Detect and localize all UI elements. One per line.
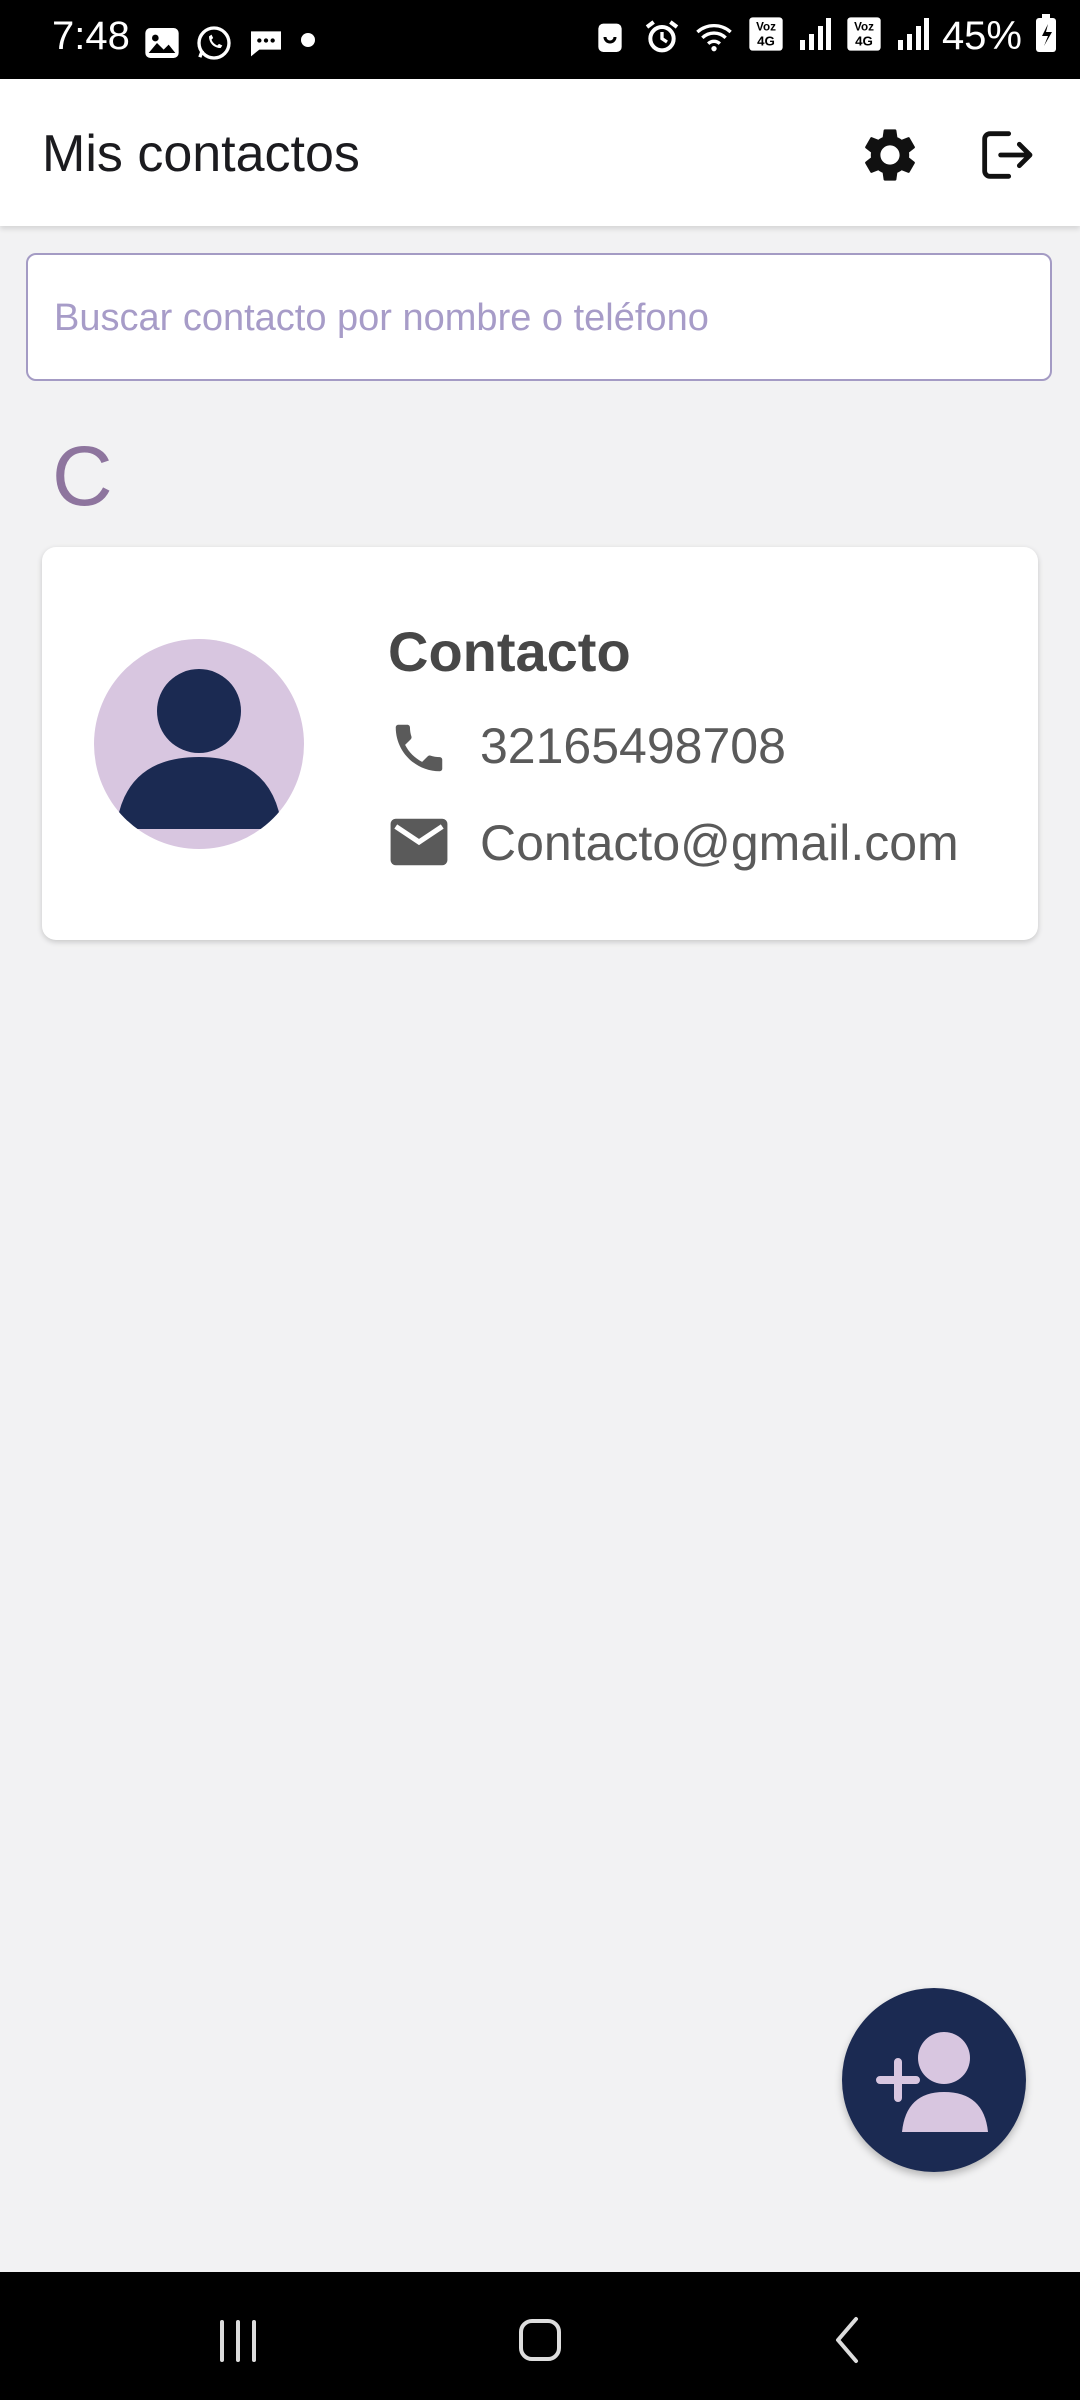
page-title: Mis contactos bbox=[42, 125, 360, 183]
svg-text:Voz: Voz bbox=[854, 21, 874, 34]
messages-icon bbox=[246, 23, 286, 63]
gallery-icon bbox=[142, 23, 182, 63]
phone-icon bbox=[395, 724, 443, 772]
wifi-icon bbox=[694, 17, 734, 57]
dot-icon bbox=[298, 20, 318, 65]
add-person-icon bbox=[876, 2032, 988, 2132]
contact-email: Contacto@gmail.com bbox=[480, 815, 959, 871]
contact-name: Contacto bbox=[388, 620, 631, 683]
battery-icon bbox=[1034, 14, 1058, 59]
section-header-letter: C bbox=[52, 429, 113, 523]
status-bar: 7:48 Voz 4G Voz 4G 45% bbox=[0, 0, 1080, 79]
gear-icon bbox=[865, 129, 915, 181]
add-contact-button[interactable] bbox=[842, 1988, 1026, 2172]
back-icon bbox=[836, 2317, 858, 2363]
svg-text:4G: 4G bbox=[757, 34, 775, 49]
signal-2-icon bbox=[896, 14, 930, 59]
battery-saver-icon bbox=[590, 17, 630, 57]
system-nav-bar bbox=[0, 2272, 1080, 2400]
recents-icon bbox=[220, 2320, 256, 2362]
settings-button[interactable] bbox=[858, 123, 922, 187]
search-field[interactable] bbox=[26, 253, 1052, 381]
home-button[interactable] bbox=[500, 2302, 580, 2372]
signal-1-icon bbox=[798, 14, 832, 59]
svg-text:4G: 4G bbox=[855, 34, 873, 49]
contact-card[interactable]: Contacto 32165498708 Contacto@gmail.com bbox=[42, 547, 1038, 940]
volte-4g-2-icon: Voz 4G bbox=[844, 14, 884, 59]
recents-button[interactable] bbox=[198, 2302, 278, 2372]
notification-icons bbox=[142, 20, 318, 65]
person-avatar-icon bbox=[94, 639, 304, 849]
logout-icon bbox=[982, 131, 1033, 179]
status-time: 7:48 bbox=[52, 14, 130, 58]
email-icon bbox=[390, 818, 448, 866]
alarm-icon bbox=[642, 17, 682, 57]
search-input[interactable] bbox=[52, 255, 1026, 381]
home-icon bbox=[519, 2319, 561, 2361]
svg-text:Voz: Voz bbox=[756, 21, 776, 34]
logout-button[interactable] bbox=[974, 123, 1038, 187]
back-button[interactable] bbox=[806, 2302, 886, 2372]
system-icons: Voz 4G Voz 4G 45% bbox=[590, 14, 1058, 59]
whatsapp-icon bbox=[194, 23, 234, 63]
volte-4g-1-icon: Voz 4G bbox=[746, 14, 786, 59]
battery-percentage: 45% bbox=[941, 14, 1022, 58]
app-bar: Mis contactos bbox=[0, 79, 1080, 226]
contact-phone: 32165498708 bbox=[480, 718, 786, 774]
